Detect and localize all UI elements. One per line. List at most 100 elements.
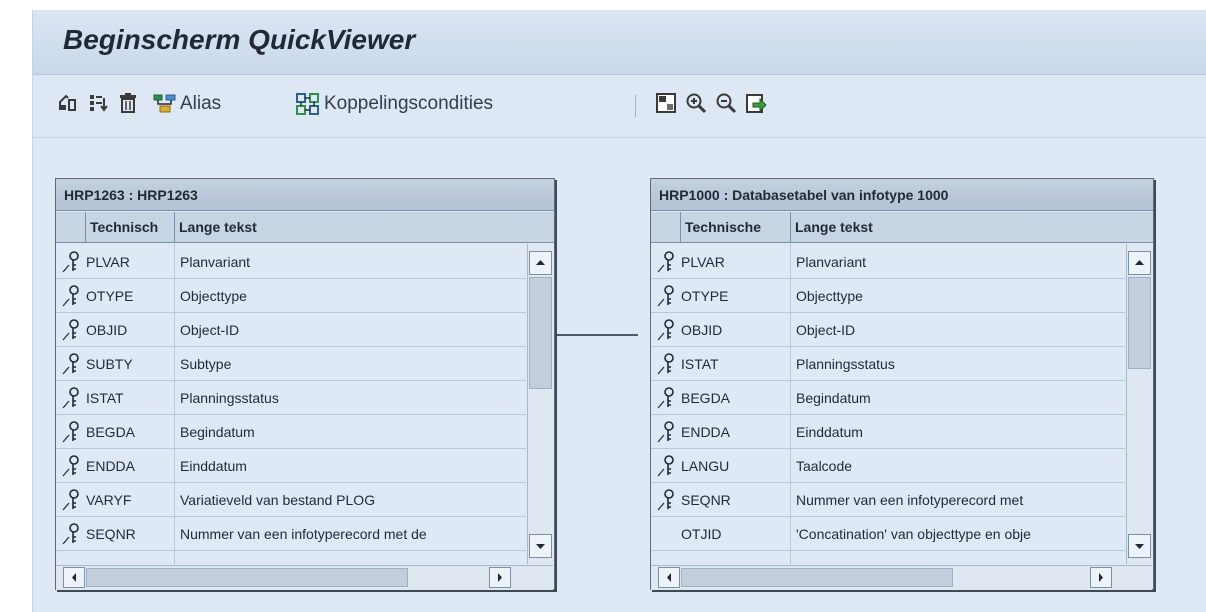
key-icon xyxy=(61,285,81,307)
field-technical-name: OTJID xyxy=(681,526,722,542)
right-scroll-up-button[interactable] xyxy=(1128,251,1151,275)
right-column-long-text[interactable]: Lange tekst xyxy=(791,212,1153,243)
alias-label: Alias xyxy=(180,93,222,114)
key-icon xyxy=(61,387,81,409)
field-long-text: Einddatum xyxy=(180,458,247,474)
right-table-header: HRP1000 : Databasetabel van infotype 100… xyxy=(651,179,1153,211)
key-icon xyxy=(656,489,676,511)
join-conditions-button[interactable]: Koppelingscondities xyxy=(295,91,493,117)
field-technical-name: OBJID xyxy=(86,322,128,338)
table-row[interactable]: OBJID Object-ID xyxy=(651,313,1125,347)
join-conditions-label: Koppelingscondities xyxy=(324,93,494,114)
table-row[interactable]: SEQNR Nummer van een infotyperecord met d… xyxy=(56,517,526,551)
left-column-long-text[interactable]: Lange tekst xyxy=(175,212,554,243)
left-horizontal-thumb[interactable] xyxy=(86,568,408,587)
alias-button[interactable]: Alias xyxy=(153,91,221,117)
table-row[interactable]: SUBTY Subtype xyxy=(56,347,526,381)
field-long-text: Begindatum xyxy=(796,390,871,406)
key-icon xyxy=(656,251,676,273)
column-divider xyxy=(790,244,791,564)
field-long-text: Planningsstatus xyxy=(180,390,279,406)
left-vertical-scrollbar[interactable] xyxy=(527,244,554,564)
left-scroll-left-button[interactable] xyxy=(63,567,85,588)
key-icon xyxy=(61,319,81,341)
left-column-technical[interactable]: Technisch xyxy=(86,212,175,243)
field-technical-name: ISTAT xyxy=(86,390,124,406)
field-long-text: Nummer van een infotyperecord met xyxy=(796,492,1024,508)
right-horizontal-scrollbar[interactable] xyxy=(651,565,1152,590)
join-tables-icon[interactable] xyxy=(57,92,79,114)
field-technical-name: SEQNR xyxy=(681,492,731,508)
export-icon[interactable] xyxy=(745,92,767,114)
join-conditions-icon xyxy=(296,93,319,115)
sort-fields-icon[interactable] xyxy=(87,92,109,114)
overview-icon[interactable] xyxy=(655,92,677,114)
left-scroll-right-button[interactable] xyxy=(489,567,511,588)
field-long-text: Objecttype xyxy=(180,288,247,304)
key-icon xyxy=(61,455,81,477)
key-icon xyxy=(61,523,81,545)
right-scroll-down-button[interactable] xyxy=(1128,534,1151,558)
field-technical-name: OBJID xyxy=(681,322,723,338)
key-icon xyxy=(61,421,81,443)
table-row[interactable]: LANGU Taalcode xyxy=(651,449,1125,483)
table-row[interactable]: ENDDA Einddatum xyxy=(56,449,526,483)
field-long-text: Planvariant xyxy=(796,254,867,270)
zoom-out-icon[interactable] xyxy=(715,92,737,114)
right-scroll-left-button[interactable] xyxy=(658,567,680,588)
right-horizontal-thumb[interactable] xyxy=(681,568,953,587)
title-bar: Beginscherm QuickViewer xyxy=(33,10,1206,75)
table-row[interactable]: BEGDA Begindatum xyxy=(56,415,526,449)
left-table-rows: PLVAR Planvariant OTYPE Objecttype OBJID Obje… xyxy=(56,244,526,564)
table-row[interactable]: SEQNR Nummer van een infotyperecord met xyxy=(651,483,1125,517)
work-area: HRP1263 : HRP1263 Technisch Lange tekst … xyxy=(33,138,1206,612)
table-row[interactable]: OTYPE Objecttype xyxy=(56,279,526,313)
left-key-column-head xyxy=(56,212,86,243)
field-long-text: Objecttype xyxy=(796,288,863,304)
field-technical-name: ENDDA xyxy=(681,424,731,440)
table-row[interactable]: ISTAT Planningsstatus xyxy=(651,347,1125,381)
field-technical-name: ISTAT xyxy=(681,356,719,372)
field-technical-name: LANGU xyxy=(681,458,730,474)
right-key-column-head xyxy=(651,212,681,243)
right-table[interactable]: HRP1000 : Databasetabel van infotype 100… xyxy=(650,178,1154,590)
table-row[interactable]: OTJID 'Concatination' van objecttype en o… xyxy=(651,517,1125,551)
key-icon xyxy=(61,251,81,273)
left-scroll-down-button[interactable] xyxy=(529,534,552,558)
left-scroll-thumb[interactable] xyxy=(529,277,552,389)
right-vertical-scrollbar[interactable] xyxy=(1126,244,1153,564)
key-icon xyxy=(656,319,676,341)
field-long-text: 'Concatination' van objecttype en obje xyxy=(796,526,1031,542)
table-row[interactable]: PLVAR Planvariant xyxy=(651,245,1125,279)
table-row[interactable]: OTYPE Objecttype xyxy=(651,279,1125,313)
delete-icon[interactable] xyxy=(117,92,139,114)
column-divider xyxy=(174,244,175,564)
field-long-text: Object-ID xyxy=(796,322,856,338)
field-long-text: Planningsstatus xyxy=(796,356,895,372)
row-divider xyxy=(56,550,526,551)
field-long-text: Einddatum xyxy=(796,424,863,440)
field-technical-name: BEGDA xyxy=(681,390,731,406)
table-row[interactable]: PLVAR Planvariant xyxy=(56,245,526,279)
table-row[interactable]: VARYF Variatieveld van bestand PLOG xyxy=(56,483,526,517)
table-row[interactable]: ENDDA Einddatum xyxy=(651,415,1125,449)
field-long-text: Begindatum xyxy=(180,424,255,440)
left-table[interactable]: HRP1263 : HRP1263 Technisch Lange tekst … xyxy=(55,178,555,590)
left-horizontal-scrollbar[interactable] xyxy=(56,565,553,590)
right-scroll-thumb[interactable] xyxy=(1128,277,1151,369)
zoom-in-icon[interactable] xyxy=(685,92,707,114)
table-row[interactable]: OBJID Object-ID xyxy=(56,313,526,347)
field-technical-name: OTYPE xyxy=(86,288,134,304)
table-row[interactable]: BEGDA Begindatum xyxy=(651,381,1125,415)
left-table-header: HRP1263 : HRP1263 xyxy=(56,179,554,211)
field-long-text: Variatieveld van bestand PLOG xyxy=(180,492,376,508)
toolbar-separator xyxy=(635,95,636,117)
toolbar: Alias Koppelingscondities xyxy=(33,75,1206,138)
field-long-text: Taalcode xyxy=(796,458,853,474)
table-row[interactable]: ISTAT Planningsstatus xyxy=(56,381,526,415)
right-scroll-right-button[interactable] xyxy=(1090,567,1112,588)
key-icon xyxy=(61,489,81,511)
right-column-technical[interactable]: Technische xyxy=(681,212,791,243)
field-technical-name: BEGDA xyxy=(86,424,136,440)
left-scroll-up-button[interactable] xyxy=(529,251,552,275)
